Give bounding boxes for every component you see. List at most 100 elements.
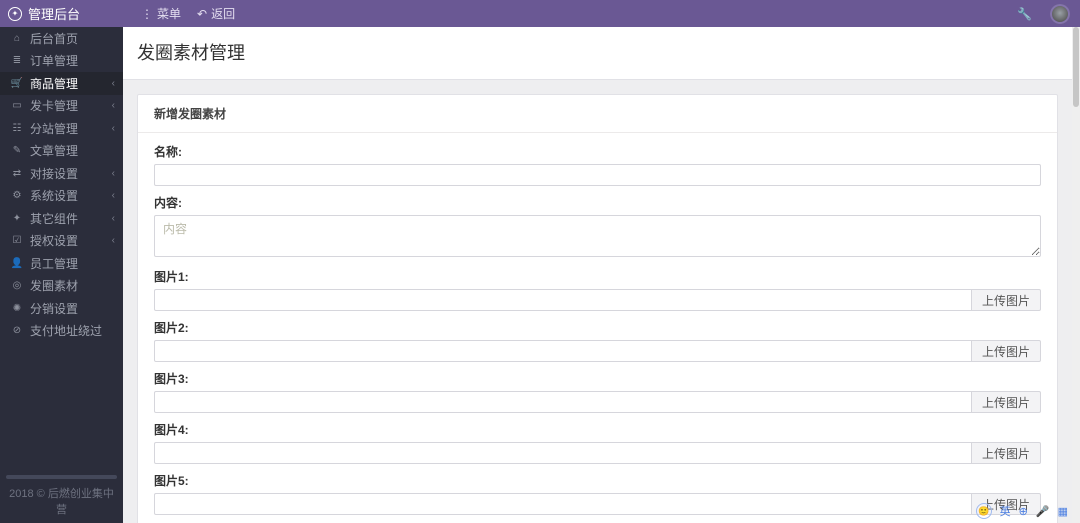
chevron-left-icon: ‹	[112, 78, 115, 89]
sidebar-item-icon: ⊘	[10, 325, 24, 336]
topbar: ✦ 管理后台 ⋮ 菜单 ↶ 返回 🔧	[0, 0, 1080, 27]
chevron-left-icon: ‹	[112, 100, 115, 111]
chevron-left-icon: ‹	[112, 168, 115, 179]
sidebar-item[interactable]: 👤 员工管理	[0, 252, 123, 275]
window-scrollbar[interactable]	[1072, 27, 1080, 523]
brand-logo-icon: ✦	[8, 7, 22, 21]
sidebar-item[interactable]: ≣订单管理	[0, 50, 123, 73]
image-path-input[interactable]	[154, 340, 972, 362]
sidebar-item[interactable]: ✎ 文章管理	[0, 140, 123, 163]
ime-world-icon[interactable]: ⊕	[1019, 505, 1028, 518]
sidebar-item[interactable]: ☑ 授权设置 ‹	[0, 230, 123, 253]
sidebar-item[interactable]: ⇄ 对接设置 ‹	[0, 162, 123, 185]
sidebar-item[interactable]: ⊘ 支付地址绕过	[0, 320, 123, 343]
image-label: 图片1:	[154, 268, 1041, 285]
panel-body: 名称: 内容: 图片1:上传图片图片2:上传图片图片3:上传图片图片4:上传图片…	[138, 133, 1057, 523]
sidebar-item-icon: ✺	[10, 303, 24, 314]
back-button[interactable]: ↶ 返回	[189, 5, 243, 22]
upload-button[interactable]: 上传图片	[972, 289, 1041, 311]
panel-title: 新增发圈素材	[138, 95, 1057, 133]
sidebar-item-label: 分销设置	[30, 300, 78, 317]
sidebar-item-icon: ⚙	[10, 190, 24, 201]
sidebar-item-icon: ✎	[10, 145, 24, 156]
sidebar-item-label: 系统设置	[30, 187, 78, 204]
chevron-left-icon: ‹	[112, 190, 115, 201]
image-label: 图片4:	[154, 421, 1041, 438]
sidebar-item-icon: ☷	[10, 123, 24, 134]
sidebar-item-label: 员工管理	[30, 255, 78, 272]
row-image: 图片4: 上传图片	[154, 421, 1041, 464]
row-image: 图片1: 上传图片	[154, 268, 1041, 311]
row-name: 名称:	[154, 143, 1041, 186]
image-path-input[interactable]	[154, 442, 972, 464]
sidebar-item-label: 商品管理	[30, 75, 78, 92]
settings-button[interactable]: 🔧	[1009, 7, 1040, 21]
content-label: 内容:	[154, 194, 1041, 211]
image-label: 图片2:	[154, 319, 1041, 336]
ime-circle-icon[interactable]: 🙂	[976, 503, 992, 519]
sidebar-item[interactable]: ☷ 分站管理 ‹	[0, 117, 123, 140]
sidebar-item[interactable]: ✺ 分销设置	[0, 297, 123, 320]
back-label: 返回	[211, 5, 235, 22]
content-textarea[interactable]	[154, 215, 1041, 257]
sidebar-progress-bar	[6, 475, 117, 479]
ime-mic-icon[interactable]: 🎤	[1036, 505, 1050, 518]
sidebar-item-label: 支付地址绕过	[30, 322, 102, 339]
brand: ✦ 管理后台	[0, 0, 123, 27]
sidebar-item-icon: ✦	[10, 213, 24, 224]
form-panel: 新增发圈素材 名称: 内容: 图片1:上传图片图片2:上传图片图片3:上传图片图…	[137, 94, 1058, 523]
content: 发圈素材管理 新增发圈素材 名称: 内容: 图片1:上传图片图片2:上传图片图片…	[123, 27, 1072, 523]
ime-tray: 🙂 英 ⊕ 🎤 ▦	[976, 503, 1068, 519]
scrollbar-thumb[interactable]	[1073, 27, 1079, 107]
sidebar-item[interactable]: ▭ 发卡管理 ‹	[0, 95, 123, 118]
ime-lang-label[interactable]: 英	[1000, 503, 1011, 519]
back-icon: ↶	[197, 7, 207, 21]
image-label: 图片3:	[154, 370, 1041, 387]
sidebar-item-icon: ☑	[10, 235, 24, 246]
menu-button[interactable]: ⋮ 菜单	[133, 5, 189, 22]
row-image: 图片2: 上传图片	[154, 319, 1041, 362]
image-path-input[interactable]	[154, 289, 972, 311]
sidebar-item-label: 后台首页	[30, 30, 78, 47]
topbar-right: ⋮ 菜单 ↶ 返回 🔧	[123, 0, 1080, 27]
sidebar-item-icon: ⇄	[10, 168, 24, 179]
wrench-icon: 🔧	[1017, 7, 1032, 21]
chevron-left-icon: ‹	[112, 213, 115, 224]
chevron-left-icon: ‹	[112, 235, 115, 246]
page-title: 发圈素材管理	[137, 39, 1058, 65]
sidebar-item-label: 订单管理	[30, 52, 78, 69]
sidebar-item[interactable]: ⚙ 系统设置 ‹	[0, 185, 123, 208]
sidebar-item[interactable]: ⌂后台首页	[0, 27, 123, 50]
ime-grid-icon[interactable]: ▦	[1058, 505, 1068, 518]
page-header: 发圈素材管理	[123, 27, 1072, 80]
menu-icon: ⋮	[141, 7, 153, 21]
sidebar-list: ⌂后台首页≣订单管理🛒商品管理‹▭发卡管理‹☷分站管理‹✎文章管理⇄对接设置‹⚙…	[0, 27, 123, 342]
sidebar-item[interactable]: ◎ 发圈素材	[0, 275, 123, 298]
name-input[interactable]	[154, 164, 1041, 186]
sidebar-item-icon: ▭	[10, 100, 24, 111]
sidebar-item-label: 对接设置	[30, 165, 78, 182]
upload-button[interactable]: 上传图片	[972, 442, 1041, 464]
row-image: 图片5:上传图片	[154, 472, 1041, 515]
sidebar-item[interactable]: 🛒商品管理‹	[0, 72, 123, 95]
image-input-group: 上传图片	[154, 442, 1041, 464]
sidebar-item-label: 授权设置	[30, 232, 78, 249]
sidebar-item-label: 其它组件	[30, 210, 78, 227]
name-label: 名称:	[154, 143, 1041, 160]
footer-text: 后燃创业集中营	[48, 488, 114, 516]
sidebar-item-label: 发卡管理	[30, 97, 78, 114]
chevron-left-icon: ‹	[112, 123, 115, 134]
image-path-input[interactable]	[154, 493, 972, 515]
sidebar-footer: 2018 © 后燃创业集中营	[0, 467, 123, 523]
sidebar-item-label: 文章管理	[30, 142, 78, 159]
avatar[interactable]	[1050, 4, 1070, 24]
row-content: 内容:	[154, 194, 1041, 260]
sidebar-item-icon: 👤	[10, 258, 24, 269]
upload-button[interactable]: 上传图片	[972, 340, 1041, 362]
image-path-input[interactable]	[154, 391, 972, 413]
sidebar-item-label: 发圈素材	[30, 277, 78, 294]
sidebar-item-label: 分站管理	[30, 120, 78, 137]
upload-button[interactable]: 上传图片	[972, 391, 1041, 413]
sidebar-item-icon: ◎	[10, 280, 24, 291]
sidebar-item[interactable]: ✦ 其它组件 ‹	[0, 207, 123, 230]
